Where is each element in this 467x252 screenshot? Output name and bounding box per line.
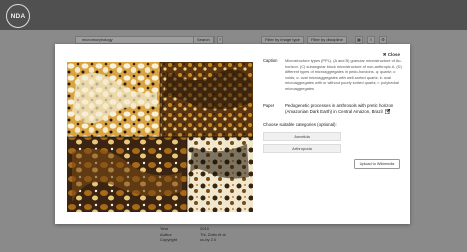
- category-button-arthropoda[interactable]: Arthropoda: [263, 144, 341, 153]
- site-logo[interactable]: NDA: [6, 4, 30, 28]
- paper-title-link[interactable]: Pedogenetic processes in anthrosols with…: [285, 103, 403, 115]
- image-detail-modal: ✖ Close Caption Microstructure types (PP…: [55, 44, 410, 224]
- choose-categories-label: Choose suitable categories (optional):: [263, 122, 337, 127]
- help-icon[interactable]: ?: [217, 36, 223, 44]
- meta-value: cc-by 2.0: [200, 237, 217, 242]
- settings-icon[interactable]: ⚙: [379, 36, 387, 44]
- image-metadata: Year 2019 Author Thi, Zotto et al Copyrigh…: [160, 226, 226, 243]
- caption-label: Caption: [263, 58, 278, 63]
- upload-to-wikimedia-button[interactable]: Upload to Wikimedia: [354, 159, 400, 169]
- caption-text: Microstructure types (PPL). (A and B) gr…: [285, 58, 402, 91]
- paper-title[interactable]: Pedogenetic processes in anthrosols with…: [285, 103, 393, 114]
- micrograph-image: [67, 62, 253, 212]
- filter-discipline-button[interactable]: Filter by discipline: [307, 36, 347, 44]
- top-navigation-bar: NDA: [0, 0, 467, 30]
- grid-view-icon[interactable]: ▦: [355, 36, 363, 44]
- external-link-icon: [384, 109, 390, 115]
- paper-label: Paper: [263, 103, 275, 108]
- meta-key: Copyright: [160, 237, 178, 242]
- list-view-icon[interactable]: ≡: [367, 36, 375, 44]
- search-button[interactable]: Search: [193, 36, 214, 44]
- filter-image-type-button[interactable]: Filter by image type: [261, 36, 304, 44]
- category-button-annelida[interactable]: Annelida: [263, 132, 341, 141]
